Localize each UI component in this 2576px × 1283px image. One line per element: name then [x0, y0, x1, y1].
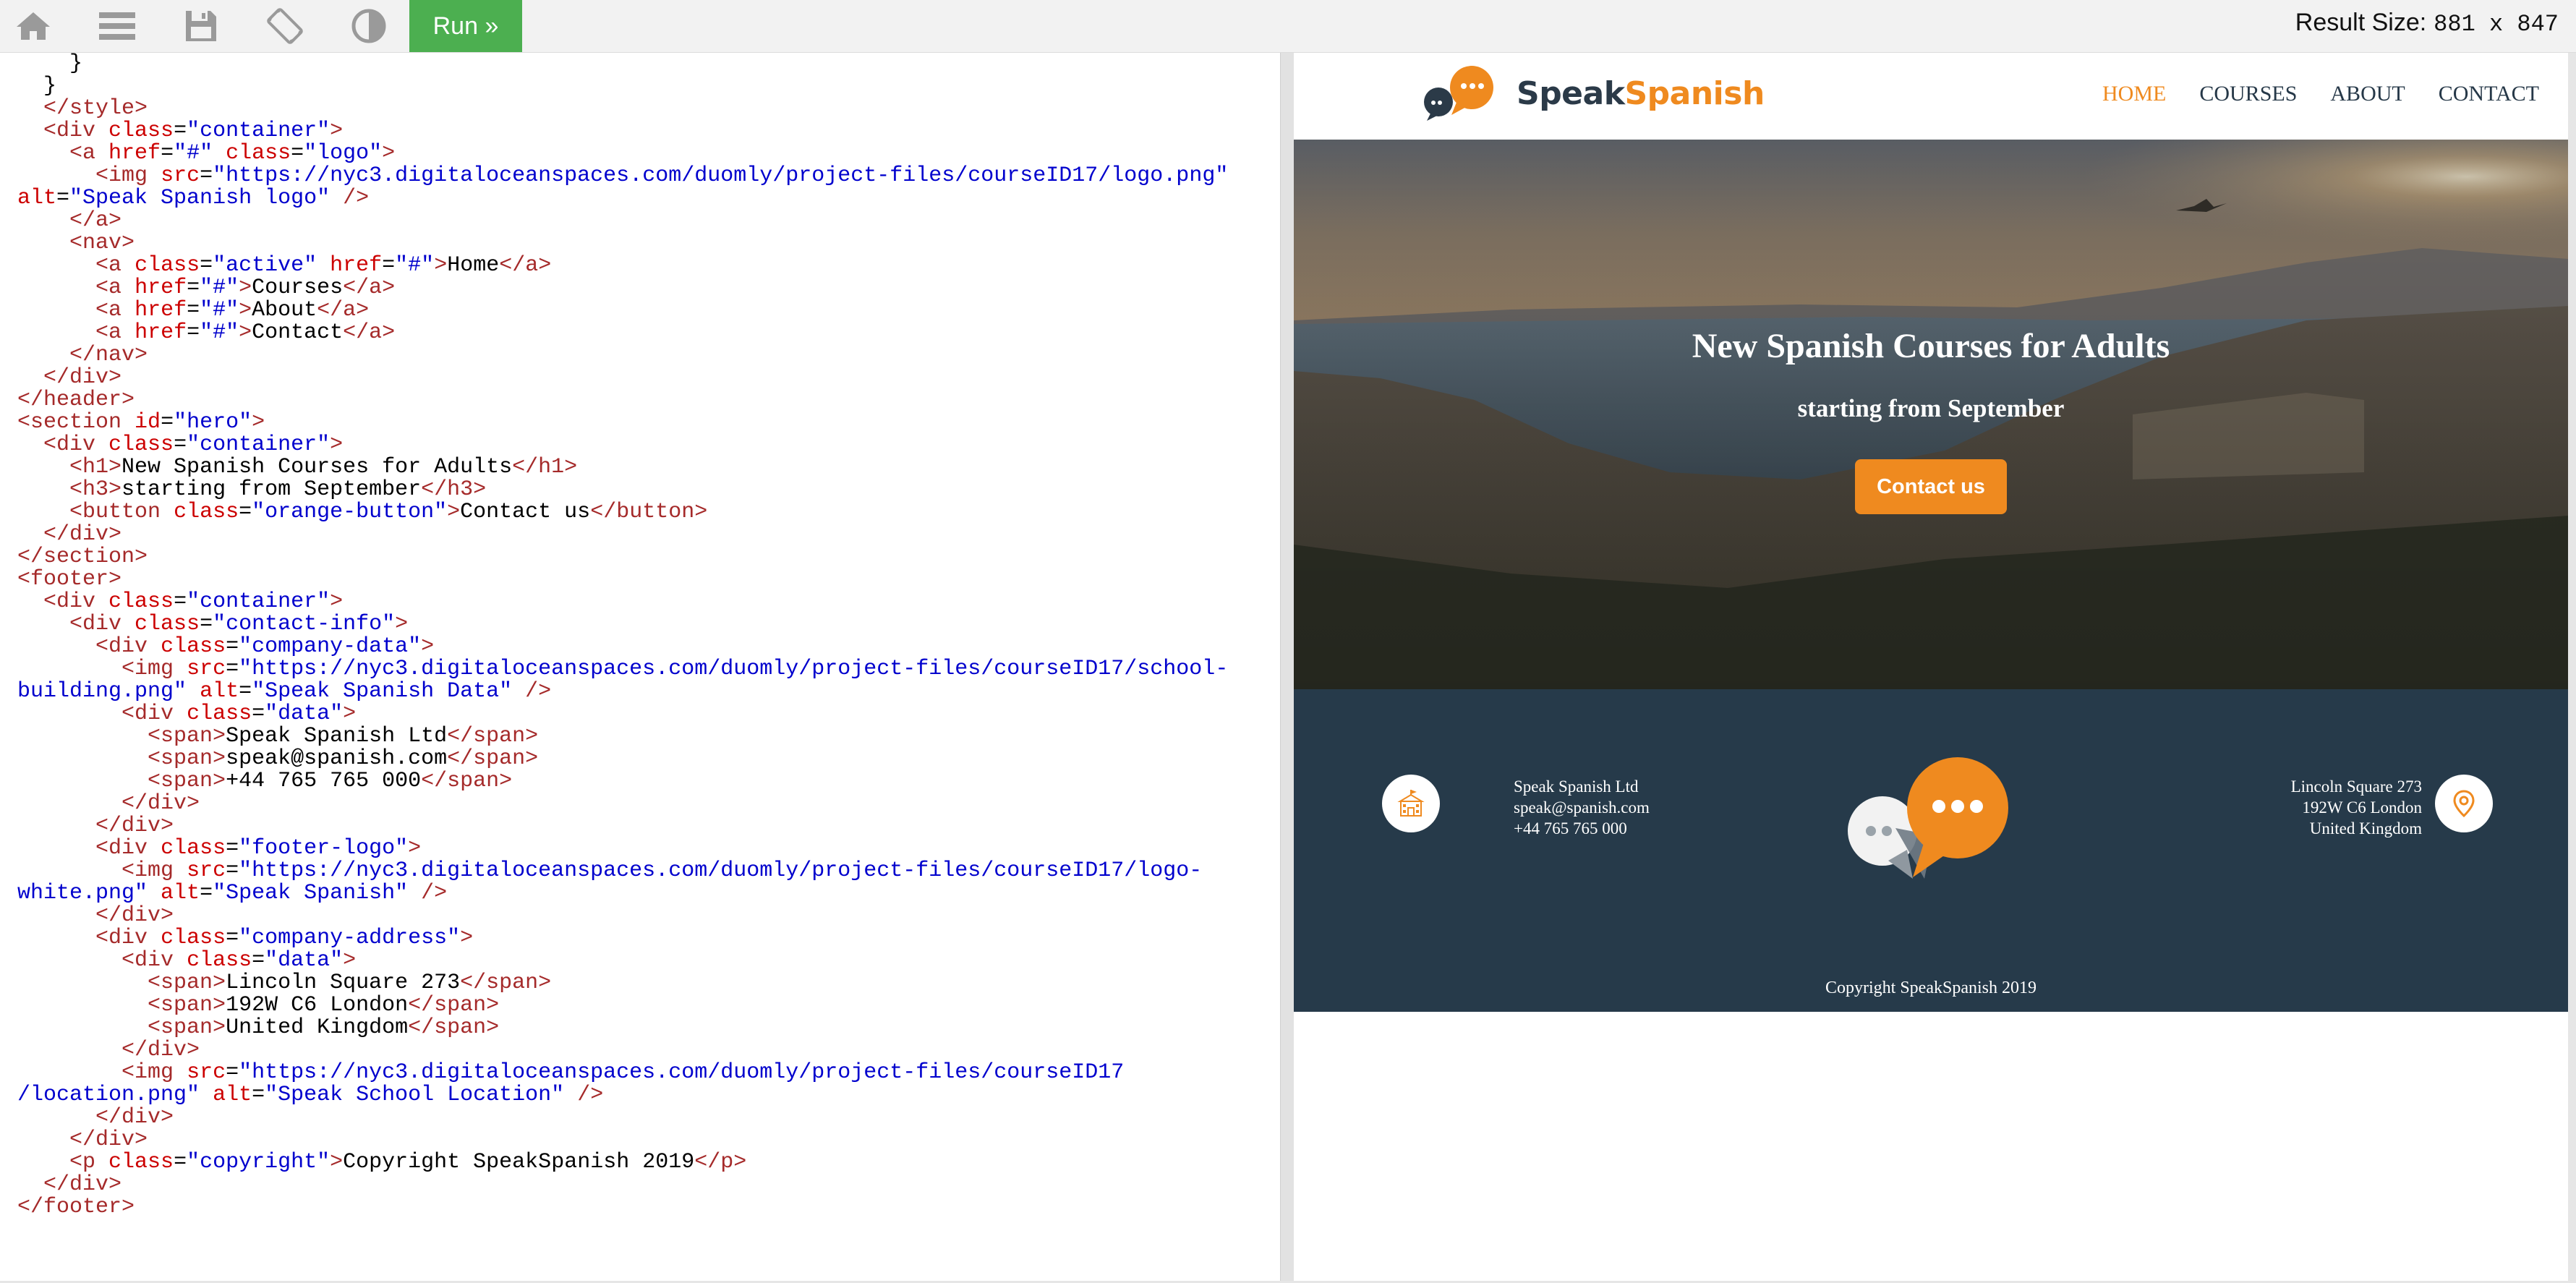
hero-title: New Spanish Courses for Adults — [1692, 327, 2170, 365]
code-line[interactable]: </style> — [17, 98, 1280, 120]
code-line[interactable]: <div class="company-data"> — [17, 636, 1280, 658]
code-line[interactable]: </header> — [17, 389, 1280, 412]
code-line[interactable]: <span>192W C6 London</span> — [17, 994, 1280, 1017]
brand-spanish: Spanish — [1624, 74, 1765, 112]
code-line[interactable]: <nav> — [17, 232, 1280, 255]
code-line[interactable]: } — [17, 53, 1280, 75]
site-footer: Speak Spanish Ltd speak@spanish.com +44 … — [1294, 689, 2568, 1012]
company-data-text: Speak Spanish Ltd speak@spanish.com +44 … — [1514, 776, 1731, 839]
code-line[interactable]: <div class="data"> — [17, 703, 1280, 725]
code-line[interactable]: </div> — [17, 905, 1280, 927]
company-address-text: Lincoln Square 273 192W C6 London United… — [2211, 776, 2422, 839]
code-line[interactable]: <div class="container"> — [17, 434, 1280, 456]
code-line[interactable]: <div class="container"> — [17, 120, 1280, 142]
code-line[interactable]: <span>Lincoln Square 273</span> — [17, 972, 1280, 994]
code-line[interactable]: white.png" alt="Speak Spanish" /> — [17, 882, 1280, 905]
result-size-label: Result Size: — [2295, 9, 2427, 36]
contact-us-button[interactable]: Contact us — [1855, 459, 2007, 514]
brand-name: SpeakSpanish — [1517, 75, 1765, 112]
code-line[interactable]: <h1>New Spanish Courses for Adults</h1> — [17, 456, 1280, 479]
code-line[interactable]: </nav> — [17, 344, 1280, 367]
code-line[interactable]: <a class="active" href="#">Home</a> — [17, 255, 1280, 277]
code-line[interactable]: <span>Speak Spanish Ltd</span> — [17, 725, 1280, 748]
code-text[interactable]: } } </style> <div class="container"> <a … — [0, 53, 1280, 1219]
logo-link[interactable]: SpeakSpanish — [1420, 64, 1765, 122]
address-line-1: Lincoln Square 273 — [2290, 777, 2422, 796]
code-line[interactable]: <img src="https://nyc3.digitaloceanspace… — [17, 1062, 1280, 1084]
code-line[interactable]: </div> — [17, 1129, 1280, 1151]
code-line[interactable]: </div> — [17, 367, 1280, 389]
code-line[interactable]: <span>speak@spanish.com</span> — [17, 748, 1280, 770]
code-line[interactable]: </div> — [17, 524, 1280, 546]
result-size-value: 881 x 847 — [2434, 11, 2559, 38]
school-building-icon — [1382, 775, 1440, 832]
code-line[interactable]: <a href="#">Contact</a> — [17, 322, 1280, 344]
code-line[interactable]: </div> — [17, 793, 1280, 815]
code-line[interactable]: </div> — [17, 815, 1280, 837]
brand-speak: Speak — [1517, 74, 1625, 112]
run-button[interactable]: Run » — [409, 0, 522, 52]
code-line[interactable]: </section> — [17, 546, 1280, 568]
code-line[interactable]: <section id="hero"> — [17, 412, 1280, 434]
code-line[interactable]: <span>+44 765 765 000</span> — [17, 770, 1280, 793]
copyright: Copyright SpeakSpanish 2019 — [1825, 979, 2037, 997]
code-editor[interactable]: } } </style> <div class="container"> <a … — [0, 53, 1281, 1281]
site-header: SpeakSpanish HOME COURSES ABOUT CONTACT — [1294, 53, 2568, 140]
code-line[interactable]: <img src="https://nyc3.digitaloceanspace… — [17, 658, 1280, 681]
code-line[interactable]: </div> — [17, 1107, 1280, 1129]
code-line[interactable]: <footer> — [17, 568, 1280, 591]
nav-courses[interactable]: COURSES — [2199, 82, 2297, 106]
code-line[interactable]: /location.png" alt="Speak School Locatio… — [17, 1084, 1280, 1107]
address-line-3: United Kingdom — [2309, 819, 2422, 837]
code-line[interactable]: </div> — [17, 1039, 1280, 1062]
nav-home[interactable]: HOME — [2102, 82, 2166, 106]
code-line[interactable]: alt="Speak Spanish logo" /> — [17, 187, 1280, 210]
code-line[interactable]: <img src="https://nyc3.digitaloceanspace… — [17, 860, 1280, 882]
company-phone: +44 765 765 000 — [1514, 819, 1627, 837]
rotate-icon[interactable] — [259, 0, 311, 52]
code-line[interactable]: </footer> — [17, 1196, 1280, 1219]
code-line[interactable]: <a href="#">About</a> — [17, 299, 1280, 322]
company-name: Speak Spanish Ltd — [1514, 777, 1639, 796]
speech-bubbles-white-logo-icon — [1848, 757, 2008, 879]
code-line[interactable]: <a href="#">Courses</a> — [17, 277, 1280, 299]
hero-subtitle: starting from September — [1797, 394, 2065, 422]
result-frame: SpeakSpanish HOME COURSES ABOUT CONTACT — [1294, 53, 2568, 1281]
code-line[interactable]: building.png" alt="Speak Spanish Data" /… — [17, 681, 1280, 703]
nav-contact[interactable]: CONTACT — [2439, 82, 2539, 106]
save-icon[interactable] — [175, 0, 227, 52]
result-size: Result Size: 881 x 847 — [2295, 9, 2559, 38]
home-icon[interactable] — [7, 0, 59, 52]
code-line[interactable]: <div class="footer-logo"> — [17, 837, 1280, 860]
company-email: speak@spanish.com — [1514, 798, 1650, 817]
code-line[interactable]: </div> — [17, 1174, 1280, 1196]
code-line[interactable]: <p class="copyright">Copyright SpeakSpan… — [17, 1151, 1280, 1174]
hero-content: New Spanish Courses for Adults starting … — [1294, 140, 2568, 689]
editor-toolbar: Run » Result Size: 881 x 847 — [0, 0, 2576, 53]
code-line[interactable]: <div class="company-address"> — [17, 927, 1280, 950]
code-line[interactable]: </a> — [17, 210, 1280, 232]
code-line[interactable]: <a href="#" class="logo"> — [17, 142, 1280, 165]
speech-bubbles-logo-icon — [1424, 66, 1493, 121]
main-nav: HOME COURSES ABOUT CONTACT — [2102, 82, 2539, 106]
panel-divider[interactable] — [1281, 53, 1294, 1281]
code-line[interactable]: <span>United Kingdom</span> — [17, 1017, 1280, 1039]
code-line[interactable]: <button class="orange-button">Contact us… — [17, 501, 1280, 524]
nav-about[interactable]: ABOUT — [2330, 82, 2405, 106]
code-line[interactable]: <img src="https://nyc3.digitaloceanspace… — [17, 165, 1280, 187]
code-line[interactable]: } — [17, 75, 1280, 98]
hero-section: New Spanish Courses for Adults starting … — [1294, 140, 2568, 689]
address-line-2: 192W C6 London — [2302, 798, 2422, 817]
footer-logo — [1838, 756, 2031, 880]
code-line[interactable]: <h3>starting from September</h3> — [17, 479, 1280, 501]
contrast-icon[interactable] — [343, 0, 395, 52]
code-line[interactable]: <div class="container"> — [17, 591, 1280, 613]
code-line[interactable]: <div class="data"> — [17, 950, 1280, 972]
menu-icon[interactable] — [91, 0, 143, 52]
code-line[interactable]: <div class="contact-info"> — [17, 613, 1280, 636]
location-pin-icon — [2435, 775, 2493, 832]
